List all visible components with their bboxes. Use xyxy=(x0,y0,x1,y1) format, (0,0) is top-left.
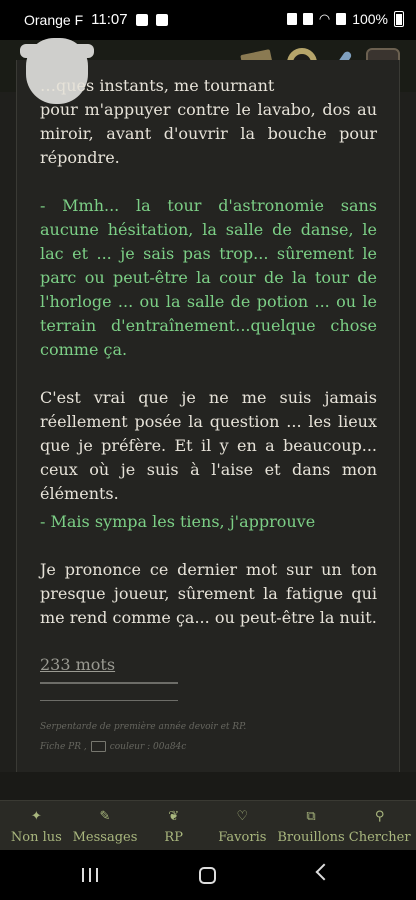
post-dialogue-2: - Mais sympa les tiens, j'approuve xyxy=(40,512,316,531)
recent-apps-button[interactable] xyxy=(82,868,98,882)
bottom-nav: ✦ Non lus ✎ Messages ❦ RP ♡ Favoris ⧉ Br… xyxy=(0,800,416,850)
nav-messages[interactable]: ✎ Messages xyxy=(71,801,140,850)
heart-icon: ♡ xyxy=(236,809,249,824)
nav-label: Favoris xyxy=(218,830,267,845)
nav-non-lus[interactable]: ✦ Non lus xyxy=(2,801,71,850)
nav-favoris[interactable]: ♡ Favoris xyxy=(208,801,277,850)
status-bar: Orange F 11:07 ◠ 100% xyxy=(0,0,416,40)
nav-label: Messages xyxy=(72,830,138,845)
divider xyxy=(40,700,178,701)
mute-icon xyxy=(302,13,313,25)
post-paragraph-1: …ques instants, me tournant pour m'appuy… xyxy=(40,76,377,170)
battery-icon xyxy=(394,11,404,27)
word-count: 233 mots xyxy=(40,655,116,674)
panel-footer xyxy=(0,772,416,800)
signature-line: Serpentarde de première année devoir et … xyxy=(40,722,247,732)
status-left: Orange F 11:07 xyxy=(24,11,168,28)
back-button[interactable] xyxy=(315,863,333,881)
nav-rp[interactable]: ❦ RP xyxy=(139,801,208,850)
system-nav-bar xyxy=(0,850,416,900)
nav-label: Brouillons xyxy=(277,830,345,845)
wifi-icon: ◠ xyxy=(318,11,331,26)
home-button[interactable] xyxy=(199,867,216,884)
fiche-link[interactable]: Fiche PR , xyxy=(40,742,87,752)
profile-card-icon[interactable] xyxy=(90,741,106,752)
signature-color: couleur : 00a84c xyxy=(109,741,187,752)
nav-label: RP xyxy=(164,830,183,845)
divider xyxy=(40,682,178,684)
nav-brouillons[interactable]: ⧉ Brouillons xyxy=(277,801,346,850)
drafts-icon: ⧉ xyxy=(306,809,316,824)
gallery-notification-icon xyxy=(135,13,148,26)
post-paragraph-2: C'est vrai que je ne me suis jamais réel… xyxy=(40,388,377,503)
paragraph-text: pour m'appuyer contre le lavabo, dos au … xyxy=(40,100,377,167)
post-paragraph-3: Je prononce ce dernier mot sur un ton pr… xyxy=(40,560,377,627)
check-notification-icon xyxy=(155,13,168,26)
signature-line-2: Fiche PR , couleur : 00a84c xyxy=(40,741,186,752)
pen-icon: ✎ xyxy=(99,809,111,824)
post-dialogue-1: - Mmh... la tour d'astronomie sans aucun… xyxy=(40,196,377,359)
status-right: ◠ 100% xyxy=(286,11,404,27)
signal-icon xyxy=(336,13,347,25)
nav-label: Non lus xyxy=(10,830,62,845)
sparkle-icon: ✦ xyxy=(30,809,42,824)
battery-saver-icon xyxy=(286,13,297,25)
search-icon: ⚲ xyxy=(374,809,385,824)
nav-chercher[interactable]: ⚲ Chercher xyxy=(345,801,414,850)
clock: 11:07 xyxy=(91,11,128,28)
nav-label: Chercher xyxy=(348,830,411,845)
carrier-label: Orange F xyxy=(24,11,84,28)
feather-icon: ❦ xyxy=(168,809,180,824)
battery-percent: 100% xyxy=(352,11,388,27)
clipped-line: …ques instants, me tournant xyxy=(40,76,275,95)
